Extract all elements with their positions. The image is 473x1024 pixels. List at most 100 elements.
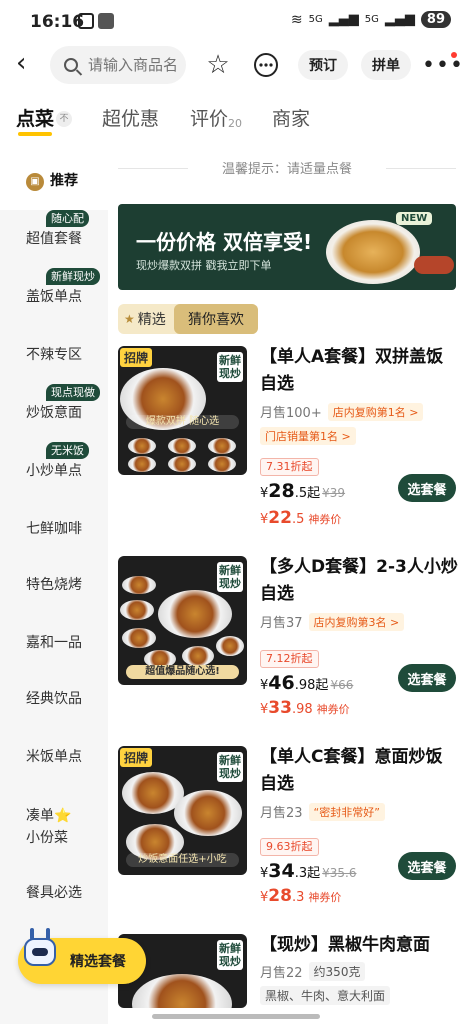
search-box[interactable]	[50, 46, 186, 84]
promo-banner[interactable]: 一份价格 双倍享受! 现炒爆款双拼 戳我立即下单 NEW	[118, 204, 456, 290]
product-name: 【多人D套餐】2-3人小炒自选	[260, 557, 458, 604]
mascot-icon[interactable]	[20, 928, 60, 978]
rank-tag[interactable]: 店内复购第1名 >	[327, 402, 424, 421]
chat-icon[interactable]	[249, 48, 283, 82]
category-sidebar: ▣ 推荐 随心配超值套餐 新鲜现炒 盖饭单点 不辣专区 现点现做炒饭意面 无米饭 小炒…	[0, 150, 108, 1024]
rank-tag[interactable]: 店内复购第3名 >	[308, 612, 405, 631]
choose-set-button[interactable]: 选套餐	[398, 852, 456, 880]
sidebar-item-fried-rice[interactable]: 现点现做炒饭意面	[0, 384, 108, 424]
plate-image	[122, 628, 156, 648]
original-price: ¥35.6	[322, 866, 357, 880]
sidebar-item-drinks[interactable]: 经典饮品	[0, 688, 108, 710]
plate-image	[120, 600, 154, 620]
coupon-dec: .98	[291, 702, 313, 717]
coupon-dec: .3	[291, 890, 305, 905]
group-order-button[interactable]: 拼单	[361, 50, 411, 80]
discount-badge: 9.63折起	[260, 838, 319, 856]
product-sales: 月售22	[260, 966, 303, 981]
tab-merchant[interactable]: 商家	[272, 104, 310, 131]
tab-order-label: 点菜	[16, 108, 55, 130]
fresh-badge: 新鲜现炒	[217, 562, 243, 592]
tab-order[interactable]: 点菜不	[16, 104, 73, 131]
plate-image	[168, 438, 196, 454]
price-dec: .3	[294, 866, 308, 881]
book-button[interactable]: 预订	[298, 50, 348, 80]
notice-text: 温馨提示：请适量点餐	[221, 162, 352, 177]
star-icon: ★	[124, 312, 135, 326]
choose-set-button[interactable]: 选套餐	[398, 664, 456, 692]
price-int: 28	[268, 480, 295, 502]
review-tag[interactable]: “密封非常好”	[308, 802, 385, 821]
sidebar-tag: 无米饭	[46, 442, 89, 459]
divider	[118, 168, 188, 169]
clock: 16:16	[30, 12, 85, 32]
sausage-image	[414, 256, 454, 274]
sidebar-item-small-dish[interactable]: 凑单⭐小份菜	[0, 805, 92, 849]
sidebar-item-stir-fry[interactable]: 无米饭 小炒单点	[0, 442, 108, 482]
choose-set-button[interactable]: 选套餐	[398, 474, 456, 502]
notice-bar: 温馨提示：请适量点餐	[118, 158, 456, 177]
divider	[386, 168, 456, 169]
sidebar-item-jiahe[interactable]: 嘉和一品	[0, 632, 108, 654]
plate-image	[128, 438, 156, 454]
sidebar-item-recommend[interactable]: ▣ 推荐	[0, 170, 108, 192]
status-bar: 16:16 ≋ 5G ▂▄▆ 5G ▂▄▆ 89	[0, 0, 473, 42]
screenshot-icon	[78, 13, 94, 29]
tab-bar: 点菜不 超优惠 评价20 商家	[0, 98, 473, 138]
tab-order-badge: 不	[56, 111, 73, 127]
sidebar-item-label: 超值套餐	[26, 231, 82, 247]
product-card[interactable]: 招牌 新鲜现炒 炒饭意面任选+小吃 【单人C套餐】意面炒饭自选 月售23 “密封…	[118, 746, 458, 906]
rank-tag[interactable]: 门店销量第1名 >	[260, 427, 356, 445]
sidebar-item-rice-bowl[interactable]: 新鲜现炒 盖饭单点	[0, 268, 108, 308]
fresh-badge: 新鲜现炒	[217, 352, 243, 382]
plate-image	[216, 636, 244, 656]
product-image: 招牌 新鲜现炒 爆款双拼 随心选	[118, 346, 247, 475]
filter-selected[interactable]: ★ 精选	[118, 309, 174, 329]
product-price: ¥34.3起 ¥35.6	[260, 860, 357, 882]
discount-badge: 7.12折起	[260, 650, 319, 668]
product-card[interactable]: 新鲜现炒 超值爆品随心选! 【多人D套餐】2-3人小炒自选 月售37 店内复购第…	[118, 556, 458, 718]
product-card[interactable]: 招牌 新鲜现炒 爆款双拼 随心选 【单人A套餐】双拼盖饭自选 月售100+ 店内…	[118, 346, 458, 528]
original-price: ¥66	[330, 678, 354, 692]
plate-image	[122, 576, 156, 594]
plate-image	[132, 974, 232, 1008]
recommend-icon: ▣	[26, 173, 44, 191]
star-icon[interactable]: ☆	[201, 48, 235, 82]
price-suffix: 起	[307, 486, 321, 501]
sidebar-item-value-set[interactable]: 随心配超值套餐	[0, 210, 108, 250]
tab-deals[interactable]: 超优惠	[102, 104, 159, 131]
sidebar-tag: 现点现做	[46, 384, 100, 401]
sidebar-item-label: 炒饭意面	[26, 405, 82, 421]
food-bowl-image	[326, 220, 420, 284]
sidebar-tag: 新鲜现炒	[46, 268, 100, 285]
check-icon	[98, 13, 114, 29]
tab-underline	[18, 132, 52, 136]
product-card[interactable]: 新鲜现炒 【现炒】黑椒牛肉意面 月售22 约350克 黑椒、牛肉、意大利面	[118, 934, 458, 1014]
sidebar-item-not-spicy[interactable]: 不辣专区	[0, 344, 108, 366]
top-nav: ‹ ☆ 预订 拼单 •••	[0, 42, 473, 88]
sidebar-item-label: 推荐	[50, 173, 78, 189]
signal-icon-2: ▂▄▆	[384, 12, 415, 27]
banner-title: 一份价格 双倍享受!	[136, 230, 313, 254]
plate-image	[208, 456, 236, 472]
sidebar-item-coffee[interactable]: 七鲜咖啡	[0, 518, 108, 540]
sidebar-item-utensils[interactable]: 餐具必选	[0, 882, 108, 904]
search-input[interactable]	[88, 56, 186, 74]
product-ingredients-row: 黑椒、牛肉、意大利面	[260, 986, 458, 1005]
image-caption: 爆款双拼 随心选	[126, 415, 239, 429]
product-price: ¥46.98起 ¥66	[260, 672, 354, 694]
ingredients-tag: 黑椒、牛肉、意大利面	[260, 986, 391, 1005]
product-name: 【单人A套餐】双拼盖饭自选	[260, 347, 444, 394]
banner-subtitle: 现炒爆款双拼 戳我立即下单	[136, 259, 272, 272]
sidebar-tag: 随心配	[46, 210, 89, 227]
tab-reviews[interactable]: 评价20	[190, 104, 242, 131]
product-sales-row: 月售37 店内复购第3名 >	[260, 612, 458, 631]
coupon-label: 神券价	[308, 891, 342, 904]
filter-guess[interactable]: 猜你喜欢	[174, 304, 258, 334]
sidebar-item-rice[interactable]: 米饭单点	[0, 746, 108, 768]
tab-reviews-label: 评价	[190, 108, 229, 130]
home-indicator[interactable]	[152, 1014, 320, 1019]
back-icon[interactable]: ‹	[16, 50, 26, 76]
signal-1: 5G	[308, 14, 323, 25]
sidebar-item-bbq[interactable]: 特色烧烤	[0, 574, 108, 596]
